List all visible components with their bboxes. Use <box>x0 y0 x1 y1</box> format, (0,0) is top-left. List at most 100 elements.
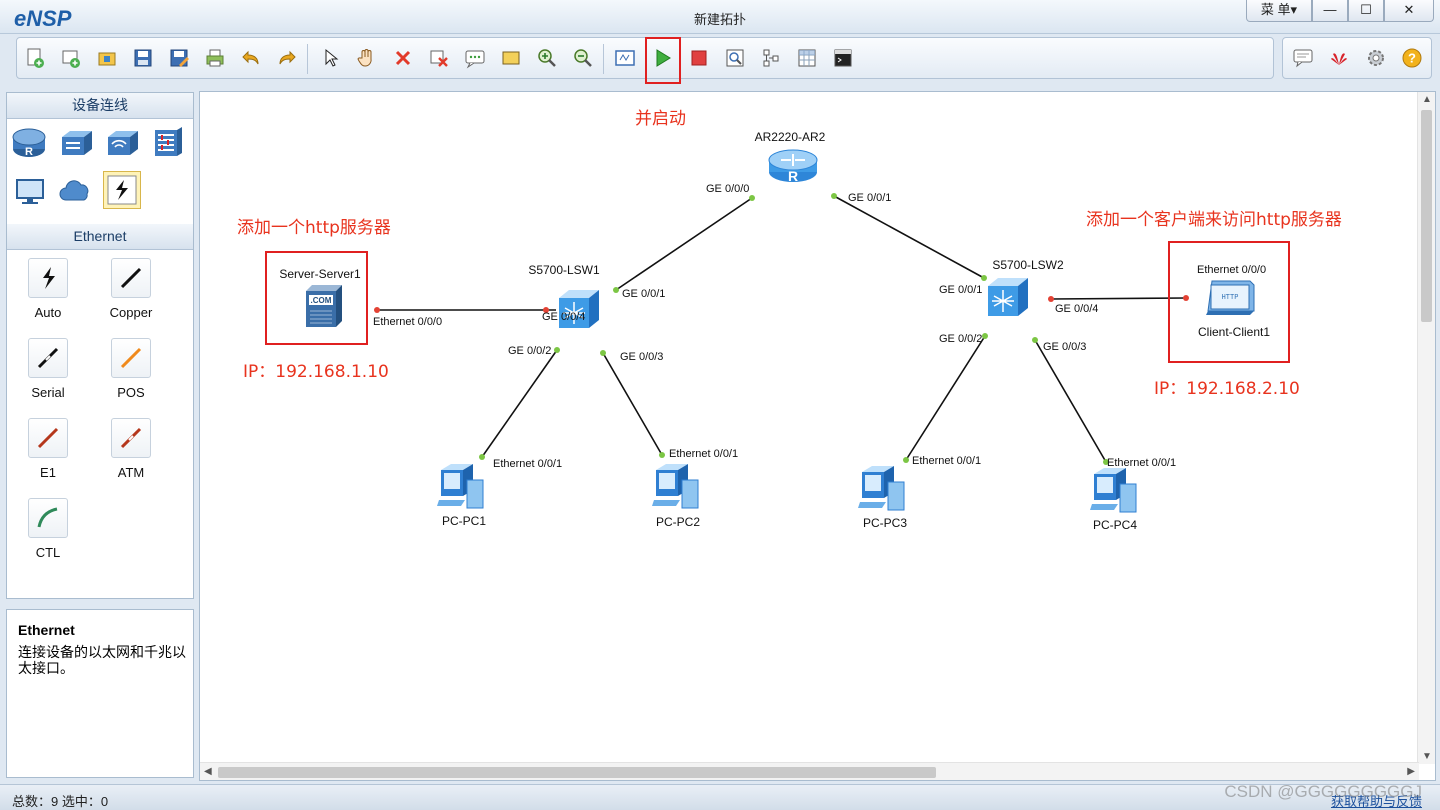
router-label: AR2220-AR2 <box>755 130 826 144</box>
client-ip-annotation: IP：192.168.2.10 <box>1154 379 1300 399</box>
switch-icon[interactable] <box>57 124 95 162</box>
port-label: GE 0/0/4 <box>542 311 585 323</box>
print-icon[interactable] <box>203 46 227 70</box>
save-as-icon[interactable] <box>167 46 191 70</box>
select-icon[interactable] <box>319 46 343 70</box>
window-controls: 菜 单▾ — ☐ ✕ <box>1246 0 1434 22</box>
capture-icon[interactable] <box>723 46 747 70</box>
link-e1[interactable]: E1 <box>18 418 78 480</box>
info-title: Ethernet <box>18 622 75 638</box>
topology-canvas[interactable]: R AR2220-AR2 S5700-LSW1 S5700-LSW2 .COM <box>199 91 1436 781</box>
close-button[interactable]: ✕ <box>1384 0 1434 22</box>
client-client1[interactable]: HTTP <box>1206 280 1255 315</box>
horizontal-scroll-thumb[interactable] <box>218 767 936 778</box>
port-label: GE 0/0/1 <box>848 192 891 204</box>
server-server1[interactable]: .COM <box>306 285 342 327</box>
port-label: GE 0/0/3 <box>1043 341 1086 353</box>
start-highlight-box <box>645 37 681 84</box>
ctl-link-icon <box>28 498 68 538</box>
pc-icon[interactable] <box>12 173 50 211</box>
stop-device-icon[interactable] <box>687 46 711 70</box>
cloud-icon[interactable] <box>57 173 95 211</box>
menu-button[interactable]: 菜 单▾ <box>1246 0 1312 22</box>
pc-pc4[interactable] <box>1089 467 1137 513</box>
port-label: GE 0/0/2 <box>939 333 982 345</box>
grid-icon[interactable] <box>795 46 819 70</box>
fit-view-icon[interactable] <box>613 46 637 70</box>
svg-text:.COM: .COM <box>311 296 332 305</box>
serial-link-icon <box>28 338 68 378</box>
pc-pc3[interactable] <box>857 465 905 511</box>
new-topology-icon[interactable] <box>23 46 47 70</box>
pan-hand-icon[interactable] <box>355 46 379 70</box>
open-icon[interactable] <box>95 46 119 70</box>
pc4-label: PC-PC4 <box>1093 518 1137 532</box>
link-pos[interactable]: POS <box>101 338 161 400</box>
client-label: Client-Client1 <box>1198 325 1270 339</box>
pc-pc2[interactable] <box>651 463 699 509</box>
pc1-label: PC-PC1 <box>442 514 486 528</box>
port-label: Ethernet 0/0/1 <box>669 448 738 460</box>
port-label: GE 0/0/3 <box>620 351 663 363</box>
port-label: GE 0/0/1 <box>622 288 665 300</box>
maximize-button[interactable]: ☐ <box>1348 0 1384 22</box>
window-title: 新建拓扑 <box>693 12 746 27</box>
scroll-up-arrow[interactable]: ▲ <box>1422 94 1432 105</box>
cli-icon[interactable] <box>831 46 855 70</box>
minimize-button[interactable]: — <box>1312 0 1348 22</box>
link-ctl[interactable]: CTL <box>18 498 78 560</box>
rectangle-icon[interactable] <box>499 46 523 70</box>
scroll-right-arrow[interactable]: ▶ <box>1407 766 1415 777</box>
topology-icon[interactable] <box>759 46 783 70</box>
add-server-annotation: 添加一个http服务器 <box>237 218 391 238</box>
link-serial[interactable]: Serial <box>18 338 78 400</box>
link-auto[interactable]: Auto <box>18 258 78 320</box>
links-header: Ethernet <box>7 224 193 250</box>
topology-links <box>377 195 1187 463</box>
scroll-down-arrow[interactable]: ▼ <box>1422 751 1432 762</box>
delete-icon[interactable] <box>391 46 415 70</box>
link-atm[interactable]: ATM <box>101 418 161 480</box>
new-example-icon[interactable] <box>59 46 83 70</box>
lsw2-label: S5700-LSW2 <box>992 258 1064 272</box>
link-copper[interactable]: Copper <box>101 258 161 320</box>
save-icon[interactable] <box>131 46 155 70</box>
help-icon[interactable]: ? <box>1400 46 1424 70</box>
lsw1-label: S5700-LSW1 <box>528 263 600 277</box>
chat-icon[interactable] <box>1291 46 1315 70</box>
scroll-left-arrow[interactable]: ◀ <box>204 766 212 777</box>
vertical-scroll-thumb[interactable] <box>1421 110 1432 322</box>
firewall-icon[interactable] <box>149 124 187 162</box>
port-indicators <box>374 193 1189 465</box>
switch-lsw2[interactable] <box>988 278 1028 316</box>
svg-text:R: R <box>25 146 33 158</box>
wireless-icon[interactable] <box>103 124 141 162</box>
zoom-out-icon[interactable] <box>571 46 595 70</box>
settings-icon[interactable] <box>1364 46 1388 70</box>
zoom-in-icon[interactable] <box>535 46 559 70</box>
server-label: Server-Server1 <box>279 267 361 281</box>
pc-pc1[interactable] <box>436 463 484 509</box>
pos-link-icon <box>111 338 151 378</box>
text-note-icon[interactable] <box>463 46 487 70</box>
undo-icon[interactable] <box>239 46 263 70</box>
selection-count: 总数：9 选中：0 <box>12 794 109 809</box>
connection-icon[interactable] <box>103 171 141 209</box>
port-label: GE 0/0/2 <box>508 345 551 357</box>
huawei-icon[interactable] <box>1327 46 1351 70</box>
device-palette: 设备连线 R Ethernet Auto Copper Serial POS E… <box>6 92 194 599</box>
router-icon[interactable]: R <box>10 124 48 162</box>
title-bar: eNSP 新建拓扑 菜 单▾ — ☐ ✕ <box>0 0 1440 34</box>
delete-link-icon[interactable] <box>427 46 451 70</box>
horizontal-scrollbar[interactable]: ◀ ▶ <box>200 762 1419 780</box>
redo-icon[interactable] <box>275 46 299 70</box>
router-ar2[interactable]: R <box>768 149 818 184</box>
toolbar-separator <box>307 44 308 74</box>
server-ip-annotation: IP：192.168.1.10 <box>243 362 389 382</box>
port-label: GE 0/0/0 <box>706 183 749 195</box>
toolbar-separator <box>603 44 604 74</box>
info-description: 连接设备的以太网和千兆以太接口。 <box>18 644 186 676</box>
device-category-grid: R <box>7 119 193 224</box>
port-label: Ethernet 0/0/0 <box>373 316 442 328</box>
vertical-scrollbar[interactable]: ▲ ▼ <box>1417 92 1435 764</box>
